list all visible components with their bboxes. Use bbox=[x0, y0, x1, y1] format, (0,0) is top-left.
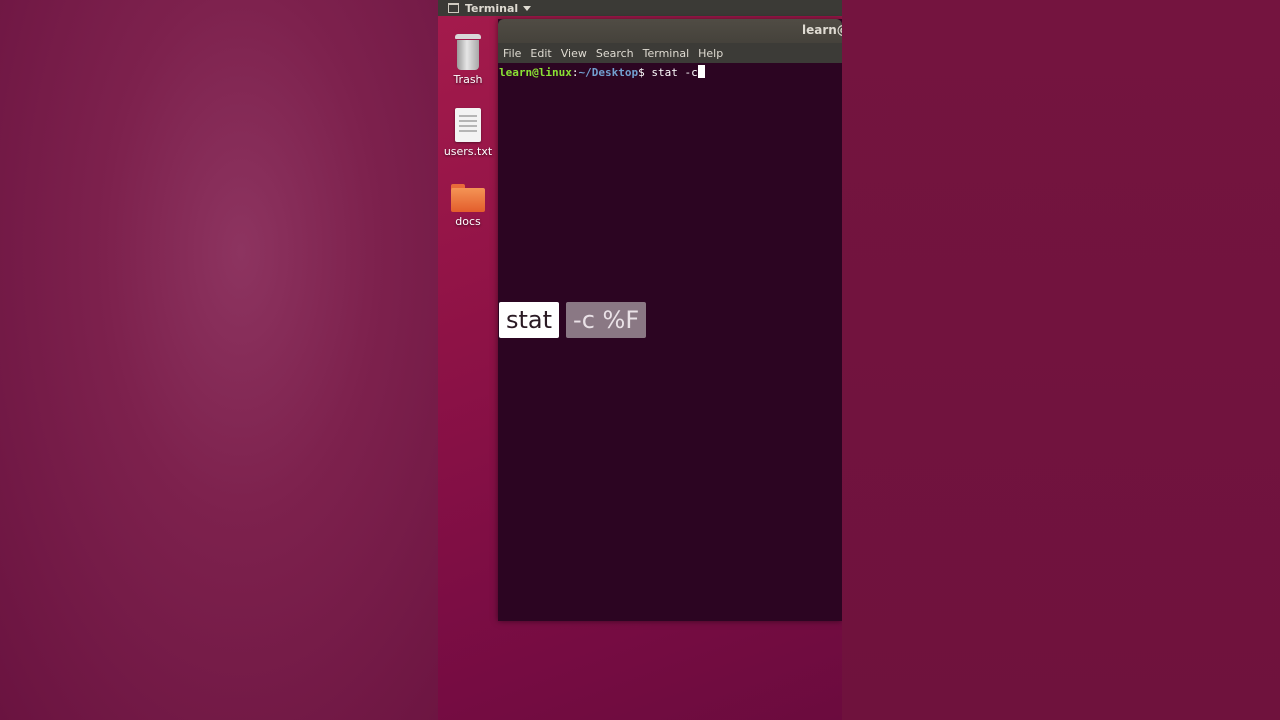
prompt-user-host: learn@linux bbox=[499, 66, 572, 79]
menu-view[interactable]: View bbox=[561, 47, 587, 60]
app-menu-title[interactable]: Terminal bbox=[465, 2, 518, 15]
menu-terminal[interactable]: Terminal bbox=[643, 47, 690, 60]
command-badge: stat bbox=[499, 302, 560, 338]
prompt-line: learn@linux:~/Desktop$ stat -c bbox=[499, 65, 705, 79]
command-overlay: stat -c %F bbox=[499, 302, 647, 338]
desktop-item-docs[interactable]: docs bbox=[438, 184, 498, 228]
typed-command: stat -c bbox=[644, 66, 698, 79]
menu-file[interactable]: File bbox=[503, 47, 521, 60]
desktop-item-label: docs bbox=[455, 215, 481, 228]
menu-search[interactable]: Search bbox=[596, 47, 634, 60]
prompt-symbol: $ bbox=[638, 66, 645, 79]
window-icon bbox=[448, 3, 459, 13]
desktop-item-users-txt[interactable]: users.txt bbox=[438, 108, 498, 158]
menu-edit[interactable]: Edit bbox=[530, 47, 551, 60]
text-file-icon bbox=[455, 108, 481, 142]
desktop-item-trash[interactable]: Trash bbox=[438, 34, 498, 86]
text-cursor bbox=[697, 65, 705, 78]
ubuntu-desktop: Terminal Trash users.txt docs learn File… bbox=[438, 0, 842, 720]
chevron-down-icon[interactable] bbox=[523, 5, 532, 11]
terminal-titlebar[interactable]: learn@ bbox=[498, 19, 842, 43]
backdrop-right bbox=[842, 0, 1280, 720]
menu-help[interactable]: Help bbox=[698, 47, 723, 60]
folder-icon bbox=[451, 184, 485, 212]
trash-icon bbox=[455, 34, 481, 70]
terminal-menubar: File Edit View Search Terminal Help bbox=[498, 43, 842, 63]
desktop-item-label: Trash bbox=[453, 73, 483, 86]
window-title: learn@ bbox=[802, 23, 842, 37]
prompt-path: ~/Desktop bbox=[578, 66, 639, 79]
argument-badge: -c %F bbox=[566, 302, 647, 338]
desktop-item-label: users.txt bbox=[443, 145, 493, 158]
backdrop-left bbox=[0, 0, 438, 720]
terminal-output[interactable]: learn@linux:~/Desktop$ stat -c bbox=[498, 63, 842, 621]
desktop-icons: Trash users.txt docs bbox=[438, 16, 498, 720]
top-panel: Terminal bbox=[438, 0, 842, 16]
